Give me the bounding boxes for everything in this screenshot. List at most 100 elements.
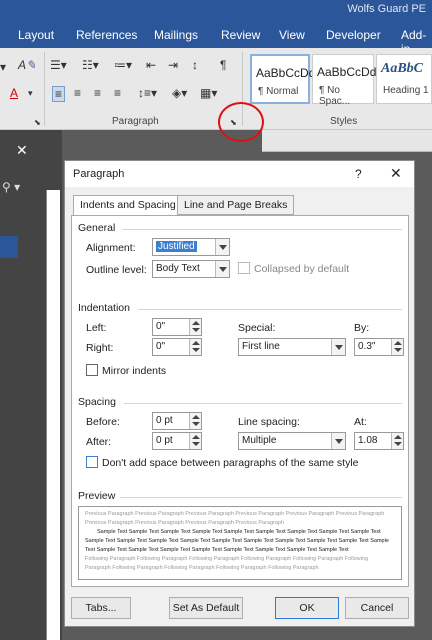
align-center-icon[interactable]: ≡ xyxy=(74,86,81,100)
spin-icon[interactable] xyxy=(189,339,201,355)
nav-selection[interactable] xyxy=(0,236,18,258)
left-indent-label: Left: xyxy=(86,322,107,334)
text-effects-icon[interactable]: A✎ xyxy=(18,58,36,72)
tab-review[interactable]: Review xyxy=(221,28,260,42)
paragraph-group-label: Paragraph xyxy=(112,116,159,127)
spin-icon[interactable] xyxy=(189,319,201,335)
style-heading1-label: Heading 1 xyxy=(383,85,429,96)
spin-icon[interactable] xyxy=(189,413,201,429)
horizontal-ruler xyxy=(262,130,432,152)
sort-icon[interactable]: ↕ xyxy=(192,58,198,72)
line-spacing-select[interactable]: Multiple xyxy=(238,432,346,450)
collapsed-checkbox[interactable] xyxy=(238,262,250,274)
style-normal-label: ¶ Normal xyxy=(258,86,299,97)
title-bar: Wolfs Guard PE xyxy=(0,0,432,22)
cancel-button[interactable]: Cancel xyxy=(345,597,409,619)
font-dropdown-arrow-icon[interactable]: ▾ xyxy=(0,60,6,74)
font-color-icon[interactable]: A xyxy=(10,86,18,100)
paragraph-dialog: Paragraph ? ✕ Indents and Spacing Line a… xyxy=(64,160,415,627)
tabs-button[interactable]: Tabs... xyxy=(71,597,131,619)
before-value: 0 pt xyxy=(156,415,173,426)
by-value: 0.3" xyxy=(358,341,376,352)
left-indent-input[interactable]: 0" xyxy=(152,318,202,336)
multilevel-list-icon[interactable]: ≔▾ xyxy=(114,58,132,72)
show-formatting-icon[interactable]: ¶ xyxy=(220,58,226,72)
style-heading1-preview: AaBbC xyxy=(381,61,424,76)
font-dialog-launcher-icon[interactable]: ⬊ xyxy=(34,118,41,127)
collapsed-label: Collapsed by default xyxy=(254,263,350,275)
search-icon[interactable]: ⚲ ▾ xyxy=(2,180,20,194)
at-input[interactable]: 1.08 xyxy=(354,432,404,450)
app-title: Wolfs Guard PE xyxy=(347,3,426,15)
alignment-select[interactable]: Justified xyxy=(152,238,230,256)
tab-line-page-breaks[interactable]: Line and Page Breaks xyxy=(177,195,295,215)
tab-panel: General Alignment: Justified Outline lev… xyxy=(71,215,409,587)
justify-icon[interactable]: ≡ xyxy=(114,86,121,100)
special-select[interactable]: First line xyxy=(238,338,346,356)
style-no-spacing-preview: AaBbCcDd xyxy=(317,65,377,79)
close-icon[interactable]: ✕ xyxy=(16,142,28,159)
line-spacing-icon[interactable]: ↕≡▾ xyxy=(138,86,157,100)
right-indent-value: 0" xyxy=(156,341,166,352)
set-as-default-button[interactable]: Set As Default xyxy=(169,597,243,619)
shading-icon[interactable]: ◈▾ xyxy=(172,86,187,100)
style-normal[interactable]: AaBbCcDd ¶ Normal xyxy=(250,54,315,104)
borders-icon[interactable]: ▦▾ xyxy=(200,86,217,100)
tab-developer[interactable]: Developer xyxy=(326,28,381,42)
chevron-down-icon xyxy=(331,339,345,355)
align-left-icon[interactable]: ≡ xyxy=(52,86,66,102)
tab-references[interactable]: References xyxy=(76,28,137,42)
tab-view[interactable]: View xyxy=(279,28,305,42)
alignment-label: Alignment: xyxy=(86,242,136,254)
decrease-indent-icon[interactable]: ⇤ xyxy=(146,58,156,72)
help-button[interactable]: ? xyxy=(355,167,362,181)
general-heading: General xyxy=(78,222,116,234)
dont-add-space-checkbox[interactable] xyxy=(86,456,98,468)
before-label: Before: xyxy=(86,416,120,428)
spin-icon[interactable] xyxy=(391,339,403,355)
preview-box: Previous Paragraph Previous Paragraph Pr… xyxy=(78,506,402,580)
align-right-icon[interactable]: ≡ xyxy=(94,86,101,100)
at-label: At: xyxy=(354,416,367,428)
preview-sample-text: Sample Text Sample Text Sample Text Samp… xyxy=(85,529,389,553)
tab-mailings[interactable]: Mailings xyxy=(154,28,198,42)
divider xyxy=(44,52,45,126)
vertical-ruler xyxy=(46,190,60,640)
special-value: First line xyxy=(242,341,280,352)
style-no-spacing[interactable]: AaBbCcDd ¶ No Spac... xyxy=(312,54,377,107)
after-input[interactable]: 0 pt xyxy=(152,432,202,450)
preview-heading: Preview xyxy=(78,490,116,502)
tab-indents-spacing[interactable]: Indents and Spacing xyxy=(73,195,183,216)
left-indent-value: 0" xyxy=(156,321,166,332)
line-spacing-value: Multiple xyxy=(242,435,277,446)
dont-add-space-label: Don't add space between paragraphs of th… xyxy=(102,457,359,469)
annotation-circle xyxy=(218,102,264,142)
right-indent-input[interactable]: 0" xyxy=(152,338,202,356)
ok-button[interactable]: OK xyxy=(275,597,339,619)
spin-icon[interactable] xyxy=(189,433,201,449)
style-no-spacing-label: ¶ No Spac... xyxy=(319,85,351,107)
before-input[interactable]: 0 pt xyxy=(152,412,202,430)
spin-icon[interactable] xyxy=(391,433,403,449)
spacing-heading: Spacing xyxy=(78,396,116,408)
by-label: By: xyxy=(354,322,370,334)
bullets-icon[interactable]: ☰▾ xyxy=(50,58,67,72)
alignment-value: Justified xyxy=(156,241,197,252)
close-button[interactable]: ✕ xyxy=(390,165,402,182)
preview-following-text: Following Paragraph Following Paragraph … xyxy=(85,556,369,571)
preview-previous-text: Previous Paragraph Previous Paragraph Pr… xyxy=(85,511,385,526)
divider xyxy=(124,403,402,404)
font-color-arrow-icon[interactable]: ▾ xyxy=(28,88,33,99)
tab-layout[interactable]: Layout xyxy=(18,28,54,42)
divider xyxy=(122,229,402,230)
outline-level-select[interactable]: Body Text xyxy=(152,260,230,278)
increase-indent-icon[interactable]: ⇥ xyxy=(168,58,178,72)
right-indent-label: Right: xyxy=(86,342,114,354)
style-heading1[interactable]: AaBbC Heading 1 xyxy=(376,54,432,104)
outline-level-value: Body Text xyxy=(156,263,200,274)
by-input[interactable]: 0.3" xyxy=(354,338,404,356)
after-value: 0 pt xyxy=(156,435,173,446)
divider xyxy=(120,497,402,498)
mirror-indents-checkbox[interactable] xyxy=(86,364,98,376)
numbering-icon[interactable]: ☷▾ xyxy=(82,58,99,72)
